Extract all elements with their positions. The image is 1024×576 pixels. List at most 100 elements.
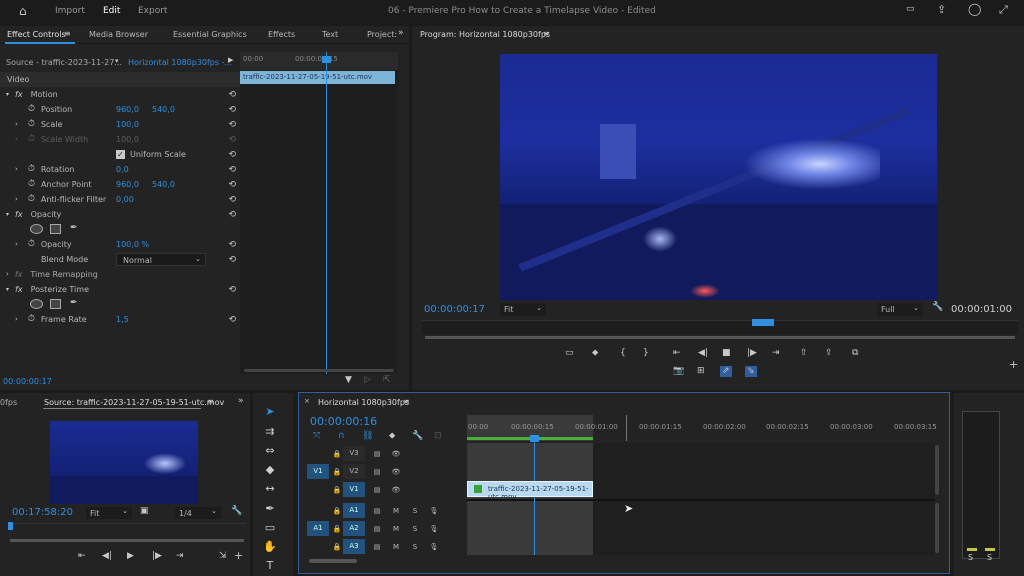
menu-icon[interactable]: ≡ <box>64 30 71 38</box>
go-to-out-icon[interactable]: ⇥ <box>176 552 184 561</box>
menu-icon[interactable]: ≡ <box>543 30 550 38</box>
program-timecode[interactable]: 00:00:00:17 <box>424 304 485 315</box>
mini-timeline[interactable]: 00:00 00:00:00:15 traffic-2023-11-27-05-… <box>240 52 398 374</box>
expand-icon[interactable]: › <box>6 271 9 278</box>
step-back-icon[interactable]: ◀| <box>698 349 708 358</box>
mute-button[interactable]: M <box>390 541 402 553</box>
insert-clip-icon[interactable]: ⇲ <box>219 552 227 561</box>
reset-icon[interactable]: ⟲ <box>228 120 236 130</box>
go-to-in-icon[interactable]: ⇤ <box>673 349 681 358</box>
eye-icon[interactable]: 👁 <box>390 466 402 478</box>
sync-icon[interactable]: ▤ <box>371 541 383 553</box>
anchor-x[interactable]: 960,0 <box>116 180 139 189</box>
lock-icon[interactable]: 🔒 <box>331 523 343 535</box>
ripple-edit-icon[interactable]: ⇔ <box>262 444 278 458</box>
step-forward-icon[interactable]: |▶ <box>152 552 162 561</box>
source-timecode[interactable]: 00:17:58:20 <box>12 507 73 518</box>
expand-icon[interactable]: › <box>15 121 18 128</box>
fullscreen-icon[interactable]: ⤢ <box>999 4 1008 15</box>
chevron-down-icon[interactable]: ▾ <box>115 58 119 65</box>
eye-icon[interactable]: 👁 <box>390 484 402 496</box>
more-panels-icon[interactable]: » <box>238 397 244 406</box>
horizontal-scroll[interactable] <box>309 559 357 563</box>
position-y[interactable]: 540,0 <box>152 105 175 114</box>
expand-icon[interactable]: › <box>15 316 18 323</box>
export-tab[interactable]: Export <box>138 6 167 16</box>
eye-icon[interactable]: 👁 <box>390 448 402 460</box>
lock-icon[interactable]: 🔒 <box>331 541 343 553</box>
collapse-icon[interactable]: ▾ <box>6 91 9 98</box>
tab-essential-graphics[interactable]: Essential Graphics <box>173 30 247 39</box>
pen-mask-icon[interactable]: ✒ <box>70 224 78 233</box>
opacity-value[interactable]: 100,0 % <box>116 240 149 249</box>
captions-icon[interactable]: ⊡ <box>434 432 442 441</box>
proxy-icon[interactable]: ⊞ <box>697 367 705 376</box>
play-icon[interactable]: ▶ <box>127 552 134 561</box>
program-scrubber[interactable] <box>422 319 1018 334</box>
rectangle-tool-icon[interactable]: ▭ <box>262 521 278 535</box>
comparison-view-icon[interactable]: ⇘ <box>745 366 757 377</box>
mini-clip[interactable]: traffic-2023-11-27-05-19-51-utc.mov <box>240 71 395 84</box>
insert-icon[interactable]: ▣ <box>140 507 149 516</box>
tab-effect-controls[interactable]: Effect Controls <box>7 30 66 39</box>
track-label[interactable]: V1 <box>343 482 365 497</box>
wrench-icon[interactable]: 🔧 <box>932 303 943 312</box>
reset-icon[interactable]: ⟲ <box>228 165 236 175</box>
anchor-y[interactable]: 540,0 <box>152 180 175 189</box>
stopwatch-icon[interactable]: ⏱ <box>28 315 35 324</box>
mark-in-icon[interactable]: { <box>620 349 626 358</box>
expand-icon[interactable]: › <box>15 241 18 248</box>
safe-margins-icon[interactable]: ▭ <box>565 349 574 358</box>
snap-icon[interactable]: ∩ <box>338 432 345 441</box>
track-label[interactable]: A1 <box>343 503 365 518</box>
stopwatch-icon[interactable]: ⏱ <box>28 195 35 204</box>
more-panels-icon[interactable]: » <box>398 29 404 38</box>
nest-icon[interactable]: ⤧ <box>313 432 320 441</box>
vertical-scroll-video[interactable] <box>935 445 939 495</box>
stopwatch-icon[interactable]: ⏱ <box>28 180 35 189</box>
timeline-clip[interactable]: traffic-2023-11-27-05-19-51-utc.mov <box>467 481 593 501</box>
selection-tool-icon[interactable]: ➤ <box>262 405 278 419</box>
program-video-frame[interactable] <box>500 54 937 300</box>
pen-tool-icon[interactable]: ✒ <box>262 502 278 516</box>
solo-button[interactable]: S <box>409 541 421 553</box>
source-zoom-bar[interactable] <box>10 539 244 542</box>
extract-icon[interactable]: ⇪ <box>825 349 833 358</box>
import-tab[interactable]: Import <box>55 6 85 16</box>
home-icon[interactable]: ⌂ <box>19 5 27 17</box>
lock-icon[interactable]: 🔒 <box>331 505 343 517</box>
tab-media-browser[interactable]: Media Browser <box>89 30 148 39</box>
ec-scrollbar[interactable] <box>244 369 394 372</box>
add-button-icon[interactable]: + <box>1009 359 1018 370</box>
source-ratio-select[interactable]: 1/4 ⌄ <box>175 507 221 519</box>
compare-icon[interactable]: ⧉ <box>852 349 858 358</box>
timeline-timecode[interactable]: 00:00:00:16 <box>310 415 377 428</box>
mute-button[interactable]: M <box>390 505 402 517</box>
meter-solo-right[interactable]: S <box>987 553 992 562</box>
slip-tool-icon[interactable]: ↔ <box>262 482 278 496</box>
lift-icon[interactable]: ⇧ <box>800 349 808 358</box>
rect-mask-icon[interactable] <box>50 299 61 309</box>
track-label[interactable]: A2 <box>343 521 365 536</box>
ec-timecode[interactable]: 00:00:00:17 <box>3 377 52 386</box>
go-to-out-icon[interactable]: ⇥ <box>772 349 780 358</box>
expand-icon[interactable]: › <box>15 166 18 173</box>
position-x[interactable]: 960,0 <box>116 105 139 114</box>
sync-icon[interactable]: ▤ <box>371 523 383 535</box>
stopwatch-icon[interactable]: ⏱ <box>28 240 35 249</box>
stop-icon[interactable]: ■ <box>722 349 731 358</box>
share-icon[interactable]: ⇪ <box>937 4 946 15</box>
solo-button[interactable]: S <box>409 505 421 517</box>
sync-icon[interactable]: ▤ <box>371 448 383 460</box>
play-audio-icon[interactable]: ▷ <box>364 376 371 385</box>
reset-icon[interactable]: ⟲ <box>228 210 236 220</box>
edit-tab[interactable]: Edit <box>103 6 120 16</box>
frame-rate-value[interactable]: 1,5 <box>116 315 129 324</box>
program-fit-select[interactable]: Fit ⌄ <box>500 303 546 316</box>
lock-icon[interactable]: 🔒 <box>331 484 343 496</box>
progress-icon[interactable]: ◯ <box>968 3 981 15</box>
vertical-scroll-audio[interactable] <box>935 503 939 553</box>
step-forward-icon[interactable]: |▶ <box>747 349 757 358</box>
lock-icon[interactable]: 🔒 <box>331 466 343 478</box>
workspace-icon[interactable]: ▭ <box>906 5 915 14</box>
